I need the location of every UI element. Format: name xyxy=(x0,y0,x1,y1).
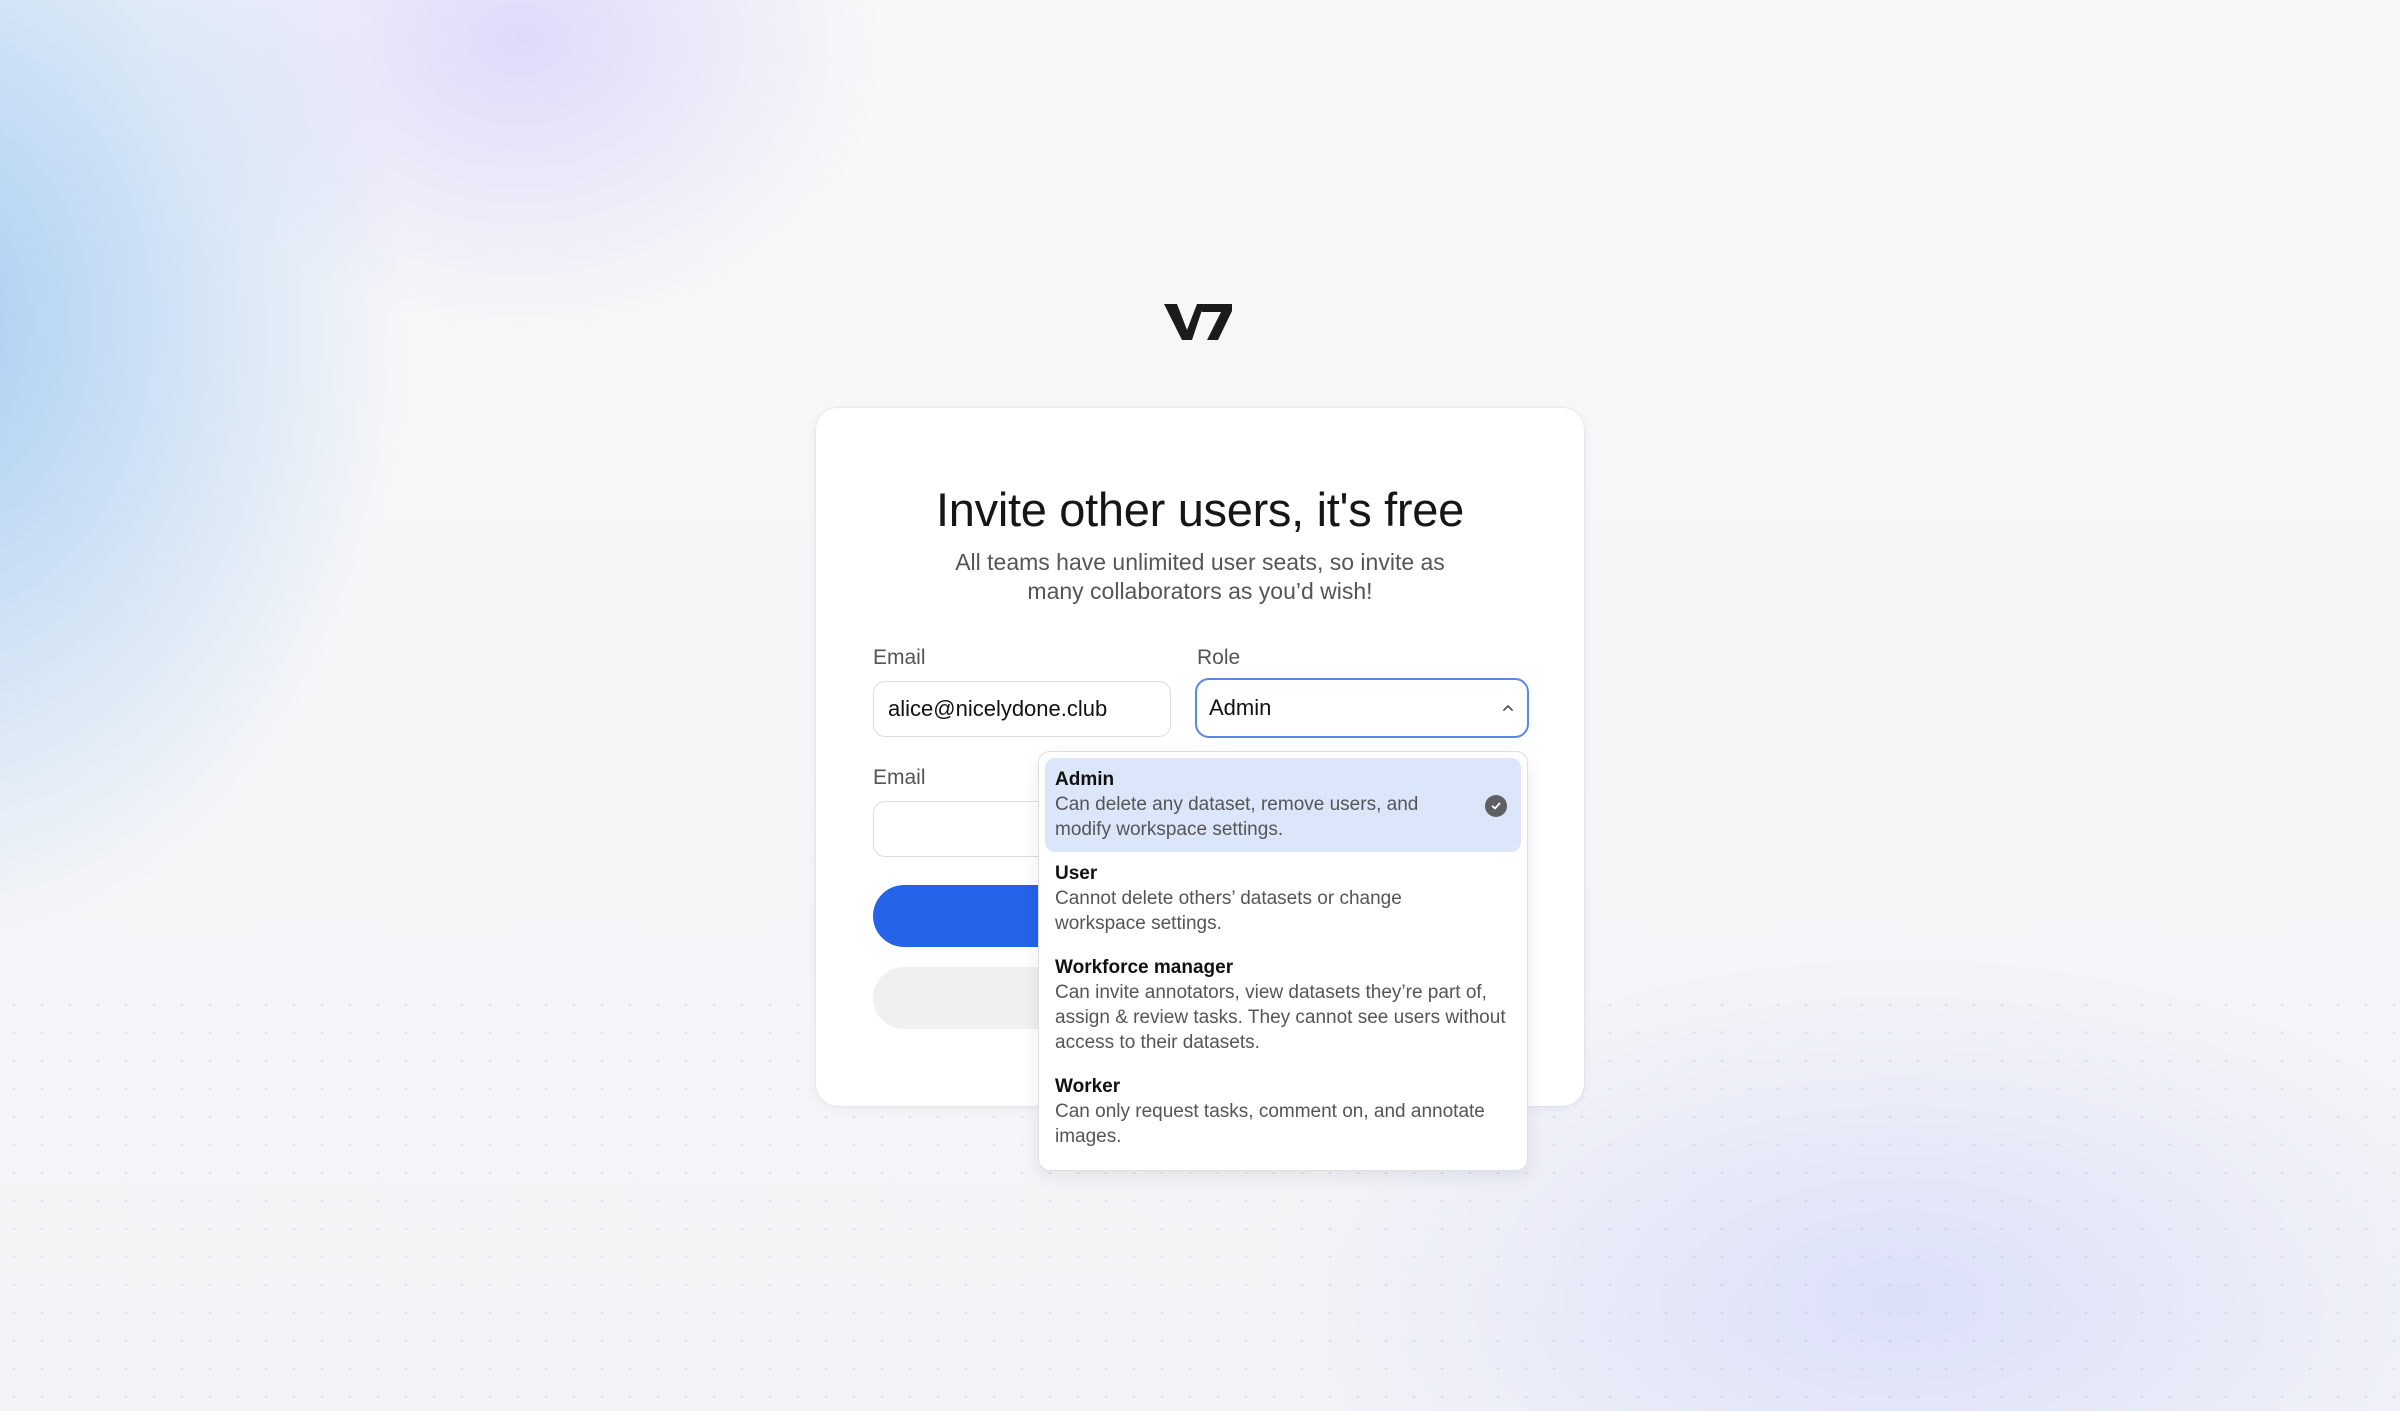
role-option-admin[interactable]: Admin Can delete any dataset, remove use… xyxy=(1045,758,1521,852)
role-option-title: User xyxy=(1055,863,1098,884)
role-select[interactable]: Admin xyxy=(1195,678,1529,738)
role-option-description: Can invite annotators, view datasets the… xyxy=(1055,982,1506,1053)
role-option-user[interactable]: User Cannot delete others’ datasets or c… xyxy=(1045,852,1521,946)
chevron-up-icon xyxy=(1503,705,1513,711)
role-select-value: Admin xyxy=(1209,695,1272,720)
page-title: Invite other users, it's free xyxy=(936,483,1464,536)
role-option-title: Admin xyxy=(1055,769,1115,790)
role-label: Role xyxy=(1197,646,1241,669)
role-option-title: Worker xyxy=(1055,1076,1121,1097)
role-option-description: Can delete any dataset, remove users, an… xyxy=(1055,794,1419,840)
email-field-1[interactable]: alice@nicelydone.club xyxy=(873,681,1171,737)
role-option-title: Workforce manager xyxy=(1055,957,1234,978)
role-option-description: Cannot delete others’ datasets or change… xyxy=(1055,888,1402,934)
role-option-worker[interactable]: Worker Can only request tasks, comment o… xyxy=(1045,1065,1521,1159)
page-subtitle: All teams have unlimited user seats, so … xyxy=(955,549,1445,604)
role-option-description: Can only request tasks, comment on, and … xyxy=(1055,1101,1485,1147)
check-circle-icon xyxy=(1485,795,1507,817)
email-label-2: Email xyxy=(873,766,926,789)
v7-logo xyxy=(1164,304,1232,340)
role-option-workforce-manager[interactable]: Workforce manager Can invite annotators,… xyxy=(1045,946,1521,1065)
email-label-1: Email xyxy=(873,646,926,669)
role-dropdown-menu: Admin Can delete any dataset, remove use… xyxy=(1038,751,1528,1171)
